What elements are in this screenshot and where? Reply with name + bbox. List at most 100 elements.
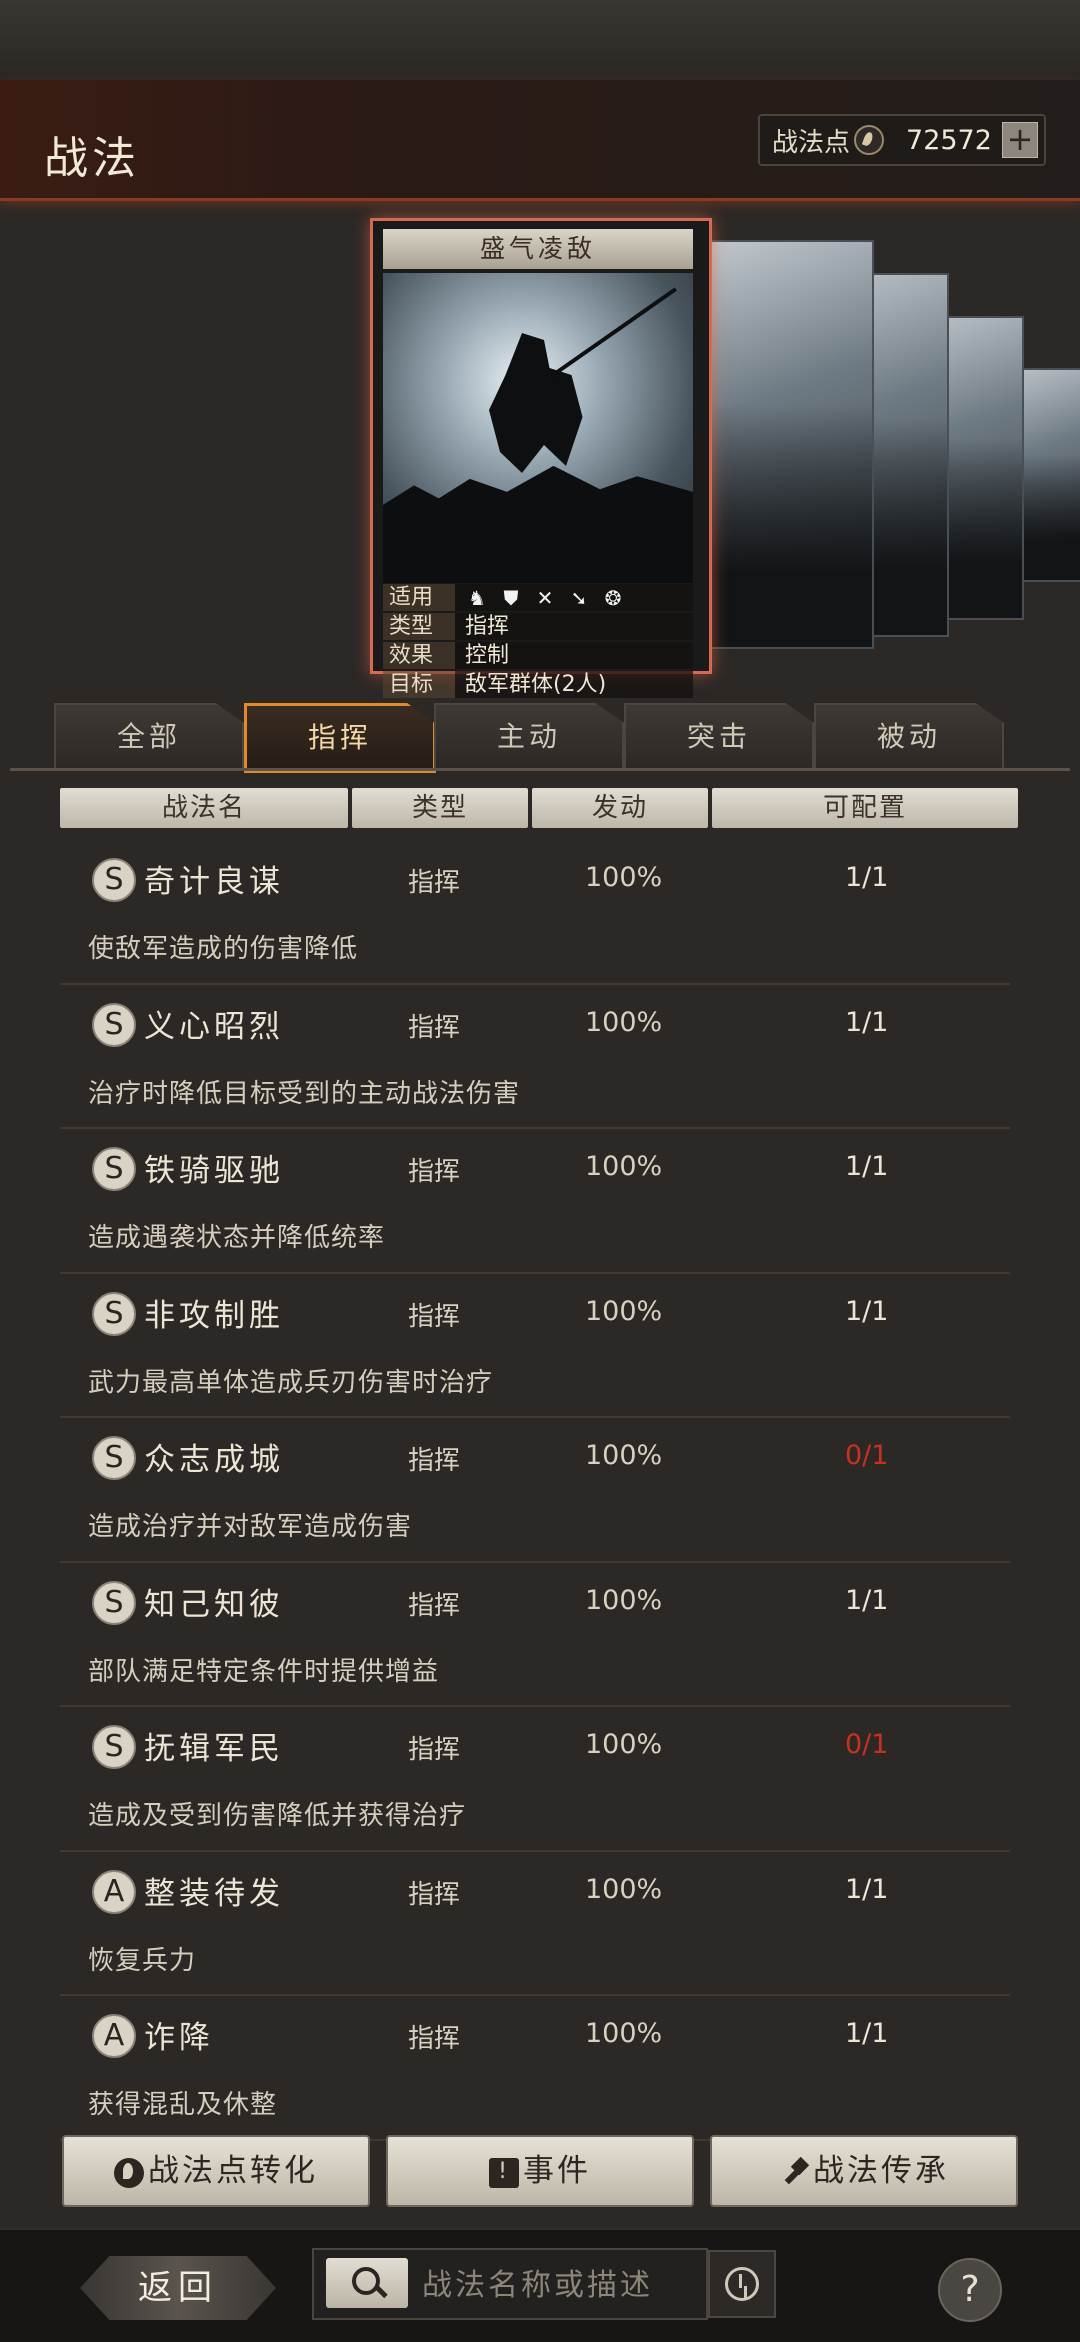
info-value: 指挥: [455, 613, 693, 640]
grade-badge: S: [92, 1725, 136, 1769]
search-input[interactable]: [412, 2250, 709, 2320]
divider: [10, 768, 1070, 771]
info-key: 类型: [383, 613, 455, 640]
skill-description: 造成治疗并对敌军造成伤害: [88, 1512, 413, 1542]
unit-types: ♞ ⛊ ✕ ➘ ❂: [455, 584, 693, 611]
column-header-name[interactable]: 战法名: [60, 788, 348, 828]
skill-name: 诈降: [144, 2020, 214, 2056]
hammer-icon: [779, 2158, 809, 2188]
skill-row[interactable]: S 抚辑军民 指挥 100% 0/1 造成及受到伤害降低并获得治疗: [60, 1707, 1010, 1852]
skill-name: 非攻制胜: [144, 1297, 284, 1334]
tab-passive[interactable]: 被动: [814, 703, 1004, 769]
events-label: 事件: [523, 2153, 591, 2189]
clock-icon[interactable]: [708, 2250, 776, 2318]
skill-name: 奇计良谋: [144, 864, 284, 900]
skill-type: 指挥: [408, 1735, 461, 1765]
skill-config: 1/1: [845, 1006, 889, 1038]
skill-name: 知己知彼: [144, 1586, 284, 1623]
column-header-config[interactable]: 可配置: [712, 788, 1018, 828]
skill-config: 1/1: [845, 1584, 889, 1616]
skill-points-box: 战法点 72572 +: [758, 114, 1046, 166]
grade-badge: S: [92, 1291, 136, 1336]
skill-config: 1/1: [845, 862, 889, 893]
tab-active[interactable]: 主动: [434, 703, 624, 769]
skill-row[interactable]: S 众志成城 指挥 100% 0/1 造成治疗并对敌军造成伤害: [60, 1418, 1010, 1563]
info-key: 目标: [383, 671, 455, 698]
skill-card-carousel[interactable]: 盛气凌敌 适用 ♞ ⛊ ✕ ➘ ❂ 类型 指挥 效果 控制 目标 敌军群体(2人…: [370, 218, 1080, 698]
selected-skill-card[interactable]: 盛气凌敌 适用 ♞ ⛊ ✕ ➘ ❂ 类型 指挥 效果 控制 目标 敌军群体(2人…: [370, 218, 712, 698]
chariot-icon: ❂: [604, 585, 622, 610]
grade-badge: A: [92, 2014, 136, 2058]
info-key: 适用: [383, 584, 455, 611]
tab-command[interactable]: 指挥: [244, 703, 436, 773]
spear-icon: ➘: [570, 585, 588, 610]
skill-rate: 100%: [585, 2018, 663, 2049]
header-bar: 战法 战法点 72572 +: [0, 80, 1080, 201]
skill-name: 抚辑军民: [144, 1731, 284, 1767]
grade-badge: S: [92, 1147, 136, 1191]
skill-row[interactable]: S 奇计良谋 指挥 100% 1/1 使敌军造成的伤害降低: [60, 840, 1010, 985]
book-icon: [489, 2157, 519, 2188]
card-info-row: 适用 ♞ ⛊ ✕ ➘ ❂: [383, 583, 693, 612]
tab-all[interactable]: 全部: [54, 703, 244, 769]
skill-category-tabs: 全部 指挥 主动 突击 被动: [54, 703, 1004, 773]
skill-row[interactable]: S 铁骑驱驰 指挥 100% 1/1 造成遇袭状态并降低统率: [60, 1129, 1010, 1274]
card-info-row: 目标 敌军群体(2人): [383, 670, 693, 699]
search-icon[interactable]: [326, 2258, 408, 2308]
skill-config: 1/1: [845, 2018, 889, 2049]
add-points-button[interactable]: +: [1002, 122, 1038, 158]
skill-config: 1/1: [845, 1151, 889, 1182]
column-header-type[interactable]: 类型: [352, 788, 528, 828]
skill-row[interactable]: A 整装待发 指挥 100% 1/1 恢复兵力: [60, 1852, 1010, 1996]
footer-bar: 返回 ?: [0, 2228, 1080, 2342]
skill-description: 使敌军造成的伤害降低: [88, 934, 359, 964]
skill-row[interactable]: A 诈降 指挥 100% 1/1 获得混乱及休整: [60, 1996, 1010, 2141]
skill-row[interactable]: S 义心昭烈 指挥 100% 1/1 治疗时降低目标受到的主动战法伤害: [60, 985, 1010, 1129]
skill-name: 整装待发: [144, 1875, 284, 1912]
inherit-skill-button[interactable]: 战法传承: [710, 2135, 1018, 2207]
card-info-row: 类型 指挥: [383, 612, 693, 641]
skill-rate: 100%: [585, 1440, 663, 1471]
skill-rate: 100%: [585, 862, 663, 893]
skill-name: 众志成城: [144, 1442, 284, 1478]
card-info-row: 效果 控制: [383, 641, 693, 670]
skill-row[interactable]: S 非攻制胜 指挥 100% 1/1 武力最高单体造成兵刃伤害时治疗: [60, 1274, 1010, 1418]
search-box: [312, 2248, 709, 2320]
shield-icon: ⛊: [503, 585, 519, 610]
action-buttons: 战法点转化 事件 战法传承: [60, 2135, 1020, 2207]
skill-type: 指挥: [408, 1590, 461, 1621]
inherit-skill-label: 战法传承: [813, 2153, 949, 2189]
tab-assault[interactable]: 突击: [624, 703, 814, 769]
skill-name: 义心昭烈: [144, 1008, 284, 1045]
skill-points-value: 72572: [906, 124, 992, 156]
grade-badge: S: [92, 1002, 136, 1047]
cavalry-icon: ♞: [468, 585, 486, 610]
skill-description: 造成遇袭状态并降低统率: [88, 1223, 386, 1253]
convert-points-button[interactable]: 战法点转化: [62, 2135, 370, 2207]
skill-config: 1/1: [845, 1873, 889, 1905]
grade-badge: A: [92, 1869, 136, 1914]
skill-description: 获得混乱及休整: [88, 2090, 278, 2120]
skill-type: 指挥: [408, 1446, 461, 1476]
card-artwork: [383, 273, 693, 583]
skill-description: 恢复兵力: [88, 1945, 197, 1976]
flame-icon: [114, 2157, 144, 2188]
skill-name: 铁骑驱驰: [144, 1153, 284, 1189]
skill-description: 治疗时降低目标受到的主动战法伤害: [88, 1078, 521, 1109]
events-button[interactable]: 事件: [386, 2135, 694, 2207]
skill-description: 部队满足特定条件时提供增益: [88, 1656, 440, 1687]
skill-row[interactable]: S 知己知彼 指挥 100% 1/1 部队满足特定条件时提供增益: [60, 1563, 1010, 1707]
back-button[interactable]: 返回: [80, 2256, 276, 2320]
info-value: 控制: [455, 642, 693, 669]
skill-type: 指挥: [408, 1157, 461, 1187]
skill-config: 0/1: [845, 1440, 889, 1471]
help-button[interactable]: ?: [938, 2258, 1002, 2322]
top-banner: [0, 0, 1080, 80]
convert-points-label: 战法点转化: [148, 2153, 318, 2189]
archer-icon: ✕: [536, 585, 554, 610]
column-header-rate[interactable]: 发动: [532, 788, 708, 828]
skill-point-icon: [854, 125, 885, 155]
skill-type: 指挥: [408, 1012, 461, 1043]
skill-rate: 100%: [585, 1295, 663, 1327]
skill-config: 1/1: [845, 1295, 889, 1327]
